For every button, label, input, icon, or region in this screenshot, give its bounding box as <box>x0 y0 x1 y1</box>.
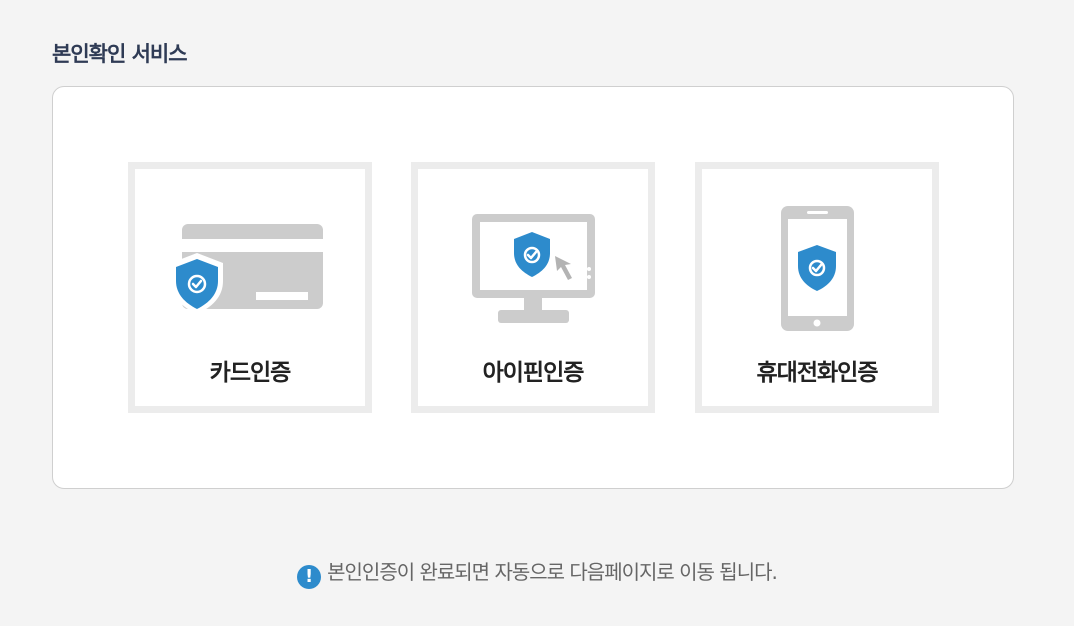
card-auth-button[interactable]: 카드인증 <box>128 162 372 413</box>
ipin-auth-button[interactable]: 아이핀인증 <box>411 162 655 413</box>
card-auth-label: 카드인증 <box>209 360 292 386</box>
auth-methods-panel: 카드인증 아이핀인증 휴대전화인증 <box>52 86 1014 489</box>
mobile-auth-label: 휴대전화인증 <box>756 360 879 386</box>
mobile-auth-button[interactable]: 휴대전화인증 <box>695 162 939 413</box>
notice-message: ! 본인인증이 완료되면 자동으로 다음페이지로 이동 됩니다. <box>0 556 1074 589</box>
page-title: 본인확인 서비스 <box>52 42 188 66</box>
exclamation-circle-icon: ! <box>297 565 322 589</box>
notice-text: 본인인증이 완료되면 자동으로 다음페이지로 이동 됩니다. <box>327 560 778 584</box>
ipin-auth-label: 아이핀인증 <box>482 360 585 386</box>
